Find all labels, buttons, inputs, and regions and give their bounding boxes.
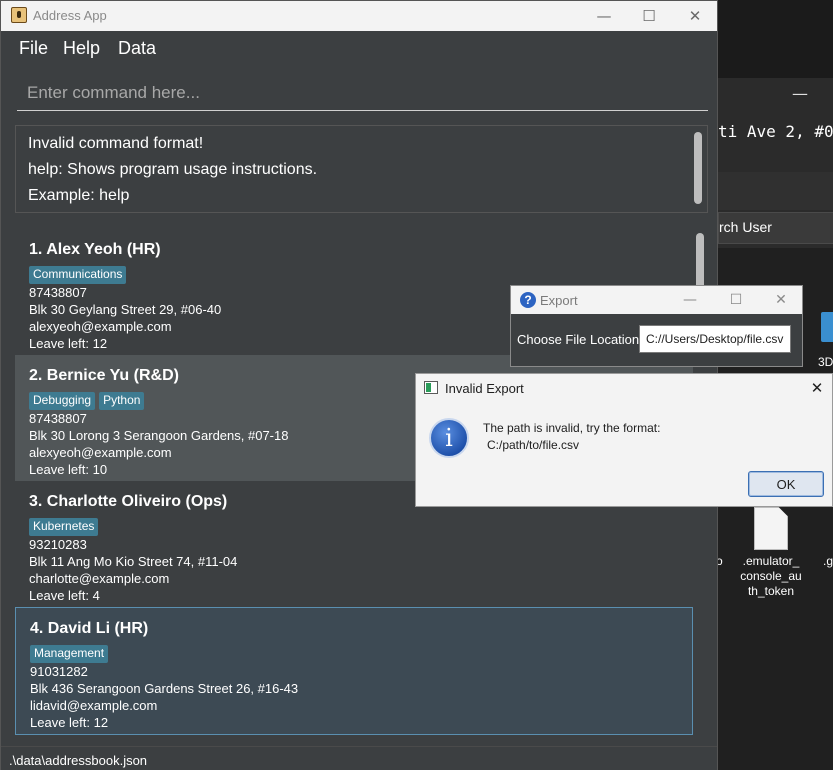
ok-button[interactable]: OK [748,471,824,497]
file-location-field [639,325,791,353]
person-name: 1. Alex Yeoh (HR) [29,241,161,258]
menu-bar: File Help Data [1,31,717,67]
person-phone: 87438807 [29,411,87,426]
search-user-button[interactable]: rch User [718,212,833,244]
menu-data[interactable]: Data [118,38,156,59]
tag-badge: Debugging [29,392,96,410]
file-label-line2: console_au [740,569,802,583]
person-address: Blk 30 Geylang Street 29, #06-40 [29,302,222,317]
command-input[interactable] [17,75,708,110]
tag-badge: Python [99,392,145,410]
tag-badge: Kubernetes [29,518,99,536]
person-phone: 93210283 [29,537,87,552]
data-file-path: .\data\addressbook.json [9,753,148,768]
tag-list: Communications [29,266,127,284]
window-icon [424,381,438,394]
file-location-input[interactable] [640,326,790,352]
list-scrollbar[interactable] [696,233,704,289]
result-line: help: Shows program usage instructions. [28,161,318,178]
person-email: alexyeoh@example.com [29,319,172,334]
export-close-button[interactable]: ✕ [768,289,794,311]
person-name: 3. Charlotte Oliveiro (Ops) [29,493,228,510]
error-message-line: The path is invalid, try the format: [483,421,661,435]
file-label-line3: th_token [747,584,795,598]
background-toolbar [718,172,833,210]
close-button[interactable]: ✕ [680,4,710,28]
app-titlebar[interactable]: Address App — ☐ ✕ [1,1,717,31]
desktop-label-partial-g: .g [823,554,833,568]
menu-file[interactable]: File [19,38,48,59]
result-display: Invalid command format! help: Shows prog… [15,125,708,213]
export-maximize-button[interactable]: ☐ [723,289,749,311]
result-line: Invalid command format! [28,135,204,152]
info-icon: i [429,418,469,458]
file-label-line1: .emulator_ [742,554,800,568]
person-leave: Leave left: 4 [29,588,100,603]
maximize-button[interactable]: ☐ [634,4,664,28]
person-leave: Leave left: 12 [30,715,109,730]
person-card-selected[interactable]: 4. David Li (HR) Management 91031282 Blk… [15,607,693,735]
invalid-export-title: Invalid Export [445,381,524,396]
tag-badge: Communications [29,266,127,284]
file-location-label: Choose File Location: [517,332,643,347]
person-email: lidavid@example.com [30,698,158,713]
person-phone: 87438807 [29,285,87,300]
tag-list: Debugging Python [29,392,145,410]
tag-list: Management [30,645,109,663]
invalid-export-dialog: Invalid Export ✕ i The path is invalid, … [415,373,833,507]
window-title: Address App [33,8,107,23]
error-message-format: C:/path/to/file.csv [487,438,580,452]
person-leave: Leave left: 12 [29,336,108,351]
person-leave: Leave left: 10 [29,462,108,477]
status-bar: .\data\addressbook.json [1,746,717,770]
person-address: Blk 30 Lorong 3 Serangoon Gardens, #07-1… [29,428,289,443]
person-email: charlotte@example.com [29,571,170,586]
desktop-label-3d: 3D [818,355,833,369]
export-minimize-button[interactable]: — [677,289,703,311]
command-box [17,75,708,111]
background-address-text: ti Ave 2, #02 [718,122,833,141]
export-dialog: ? Export — ☐ ✕ Choose File Location: [510,285,803,367]
invalid-export-titlebar[interactable]: Invalid Export ✕ [416,374,832,402]
person-name: 2. Bernice Yu (R&D) [29,367,179,384]
background-titlebar: — [718,78,833,112]
person-email: alexyeoh@example.com [29,445,172,460]
menu-help[interactable]: Help [63,38,100,59]
tag-list: Kubernetes [29,518,99,536]
address-book-icon [11,7,27,23]
export-title: Export [540,293,578,308]
person-address: Blk 436 Serangoon Gardens Street 26, #16… [30,681,299,696]
person-address: Blk 11 Ang Mo Kio Street 74, #11-04 [29,554,238,569]
tag-badge: Management [30,645,109,663]
file-icon[interactable] [754,507,788,550]
export-titlebar[interactable]: ? Export — ☐ ✕ [511,286,802,314]
help-icon: ? [520,292,536,308]
desktop-folder-icon[interactable] [821,312,833,342]
invalid-export-close-button[interactable]: ✕ [806,377,828,399]
person-phone: 91031282 [30,664,88,679]
result-line: Example: help [28,187,130,204]
person-name: 4. David Li (HR) [30,620,149,637]
background-minimize-button[interactable]: — [792,84,808,103]
minimize-button[interactable]: — [589,4,619,28]
result-scrollbar[interactable] [694,132,702,204]
